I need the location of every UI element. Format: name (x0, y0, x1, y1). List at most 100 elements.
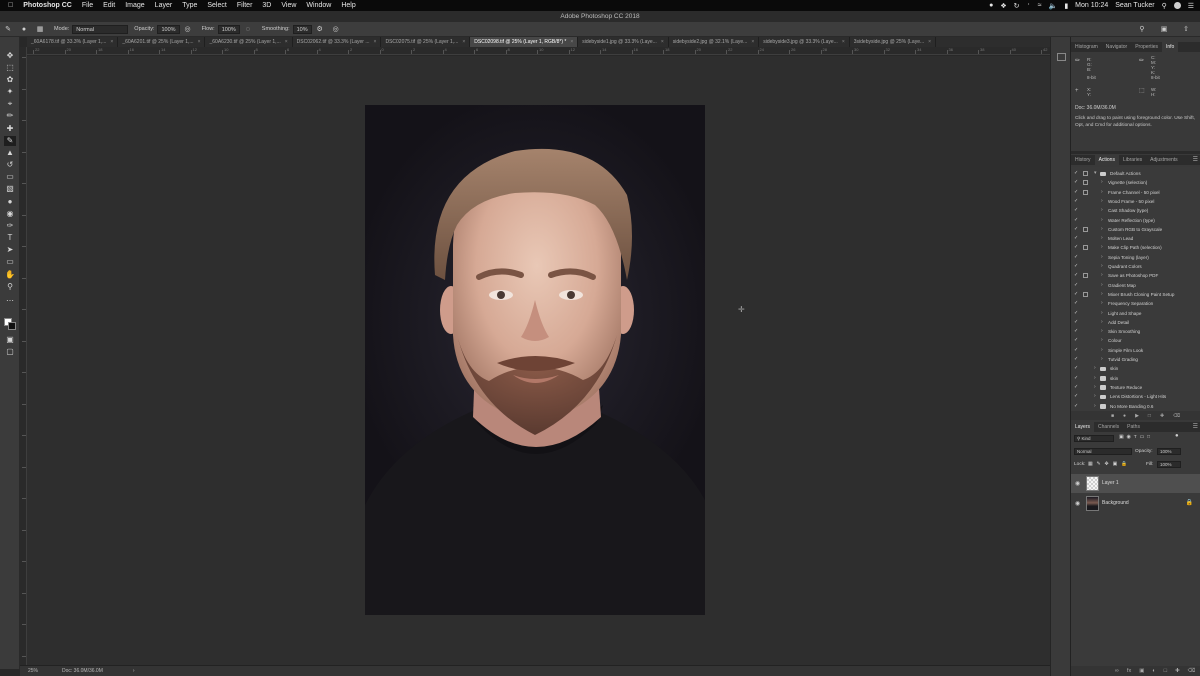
bluetooth-icon[interactable]: ᛫ (1027, 2, 1031, 9)
tab-adjustments[interactable]: Adjustments (1146, 155, 1182, 165)
status-menu-arrow-icon[interactable]: › (133, 668, 135, 674)
layer-row[interactable]: ◉ Background 🔒 (1071, 494, 1200, 513)
disclosure-triangle-icon[interactable]: › (1094, 402, 1096, 411)
action-item[interactable]: ✓ › Make Clip Path (selection) (1071, 243, 1195, 252)
checkmark-icon[interactable]: ✓ (1074, 188, 1078, 197)
action-set-item[interactable]: ✓ ▾ Default Actions (1071, 169, 1195, 178)
healing-brush-tool-icon[interactable]: ✚ (4, 124, 16, 134)
link-layers-icon[interactable]: ∞ (1115, 668, 1119, 674)
checkmark-icon[interactable]: ✓ (1074, 309, 1078, 318)
disclosure-triangle-icon[interactable]: › (1101, 346, 1103, 355)
action-item[interactable]: ✓ › Skin Smoothing (1071, 327, 1195, 336)
checkmark-icon[interactable]: ✓ (1074, 336, 1078, 345)
action-item[interactable]: ✓ › Cast Shadow (type) (1071, 206, 1195, 215)
menu-filter[interactable]: Filter (232, 2, 258, 9)
trash-icon[interactable]: ⌫ (1188, 668, 1196, 674)
layer-name[interactable]: Background (1102, 500, 1129, 506)
brush-preset-icon[interactable]: ✎ (3, 24, 13, 34)
close-icon[interactable]: × (285, 37, 288, 47)
quick-mask-icon[interactable]: ▣ (4, 335, 16, 345)
disclosure-triangle-icon[interactable]: › (1101, 281, 1103, 290)
clone-stamp-tool-icon[interactable]: ▲ (4, 148, 16, 158)
blur-tool-icon[interactable]: ● (4, 197, 16, 207)
tab-properties[interactable]: Properties (1131, 42, 1162, 52)
dialog-toggle-icon[interactable] (1083, 226, 1088, 232)
volume-icon[interactable]: 🔈 (1049, 2, 1058, 10)
checkmark-icon[interactable]: ✓ (1074, 392, 1078, 401)
menu-image[interactable]: Image (120, 2, 149, 9)
search-icon[interactable]: ⚲ (1137, 24, 1147, 34)
disclosure-triangle-icon[interactable]: › (1101, 253, 1103, 262)
quick-select-tool-icon[interactable]: ✦ (4, 87, 16, 97)
wifi-icon[interactable]: ≈ (1038, 2, 1042, 9)
checkmark-icon[interactable]: ✓ (1074, 364, 1078, 373)
action-item[interactable]: ✓ › Light and Shape (1071, 309, 1195, 318)
battery-icon[interactable]: ▮ (1064, 2, 1068, 10)
lock-options-icons[interactable]: ▦✎✥▣🔒 (1088, 462, 1131, 467)
checkmark-icon[interactable]: ✓ (1074, 383, 1078, 392)
action-item[interactable]: ✓ › Molten Lead (1071, 234, 1195, 243)
search-icon[interactable]: ⚲ (1162, 2, 1167, 10)
checkmark-icon[interactable]: ✓ (1074, 346, 1078, 355)
background-color-swatch[interactable] (8, 322, 16, 330)
action-item[interactable]: ✓ › Simple Film Look (1071, 346, 1195, 355)
play-icon[interactable]: ▶ (1135, 413, 1139, 419)
disclosure-triangle-icon[interactable]: › (1101, 336, 1103, 345)
layer-fill-field[interactable]: 100% (1157, 461, 1181, 468)
checkmark-icon[interactable]: ✓ (1074, 206, 1078, 215)
menu-type[interactable]: Type (177, 2, 202, 9)
expand-triangle-icon[interactable]: ▾ (1094, 169, 1097, 178)
workspace-icon[interactable]: ▣ (1159, 24, 1169, 34)
doc-tab[interactable]: _60A6178.tif @ 33.3% (Layer 1,... × (27, 37, 119, 47)
disclosure-triangle-icon[interactable]: › (1101, 216, 1103, 225)
disclosure-triangle-icon[interactable]: › (1101, 290, 1103, 299)
record-icon[interactable]: ● (1123, 413, 1126, 419)
checkmark-icon[interactable]: ✓ (1074, 197, 1078, 206)
path-select-tool-icon[interactable]: ➤ (4, 245, 16, 255)
dropbox-icon[interactable]: ❖ (1000, 2, 1006, 10)
checkmark-icon[interactable]: ✓ (1074, 262, 1078, 271)
doc-tab[interactable]: DSC02075.tif @ 25% (Layer 1,... × (381, 37, 471, 47)
action-item[interactable]: ✓ › Wood Frame - 50 pixel (1071, 197, 1195, 206)
zoom-level[interactable]: 25% (28, 668, 38, 674)
zoom-tool-icon[interactable]: ⚲ (4, 282, 16, 292)
checkmark-icon[interactable]: ✓ (1074, 225, 1078, 234)
share-icon[interactable]: ⇧ (1181, 24, 1191, 34)
panel-menu-icon[interactable]: ☰ (1193, 155, 1198, 165)
hand-tool-icon[interactable]: ✋ (4, 270, 16, 280)
eyedropper-tool-icon[interactable]: ✏ (4, 111, 16, 121)
doc-tab[interactable]: _60A6201.tif @ 25% (Layer 1,... × (118, 37, 206, 47)
dialog-toggle-icon[interactable] (1083, 180, 1088, 186)
airbrush-icon[interactable]: ◌ (243, 24, 253, 34)
checkmark-icon[interactable]: ✓ (1074, 299, 1078, 308)
action-item[interactable]: ✓ › Frequency Separation (1071, 299, 1195, 308)
tab-history[interactable]: History (1071, 155, 1095, 165)
app-menu[interactable]: Photoshop CC (18, 2, 77, 9)
portrait-photo[interactable] (365, 105, 705, 615)
disclosure-triangle-icon[interactable]: › (1101, 262, 1103, 271)
disclosure-triangle-icon[interactable]: › (1101, 197, 1103, 206)
menu-file[interactable]: File (77, 2, 98, 9)
disclosure-triangle-icon[interactable]: › (1101, 327, 1103, 336)
doc-tab[interactable]: DSC02062.tif @ 33.3% (Layer ... × (293, 37, 382, 47)
disclosure-triangle-icon[interactable]: › (1101, 318, 1103, 327)
panel-icon[interactable] (1057, 53, 1066, 61)
status-circle-icon[interactable]: ● (989, 2, 993, 9)
action-item[interactable]: ✓ › Quadrant Colors (1071, 262, 1195, 271)
dialog-toggle-icon[interactable] (1083, 189, 1088, 195)
dialog-toggle-icon[interactable] (1083, 245, 1088, 251)
notification-list-icon[interactable]: ☰ (1188, 2, 1194, 10)
doc-tab[interactable]: _60A6230.tif @ 25% (Layer 1,... × (205, 37, 293, 47)
tab-layers[interactable]: Layers (1071, 422, 1095, 432)
disclosure-triangle-icon[interactable]: › (1101, 178, 1103, 187)
doc-tab[interactable]: 3sidebyside.jpg @ 25% (Laye... × (850, 37, 937, 47)
action-item[interactable]: ✓ › Frame Channel - 50 pixel (1071, 188, 1195, 197)
smoothing-options-gear-icon[interactable]: ⚙ (315, 24, 325, 34)
trash-icon[interactable]: ⌫ (1173, 413, 1180, 419)
checkmark-icon[interactable]: ✓ (1074, 318, 1078, 327)
close-icon[interactable]: × (462, 37, 465, 47)
checkmark-icon[interactable]: ✓ (1074, 216, 1078, 225)
action-set-item[interactable]: ✓ › Lens Distortions - Light Hits (1071, 392, 1195, 401)
disclosure-triangle-icon[interactable]: › (1101, 243, 1103, 252)
action-set-item[interactable]: ✓ › Texture Reduce (1071, 383, 1195, 392)
